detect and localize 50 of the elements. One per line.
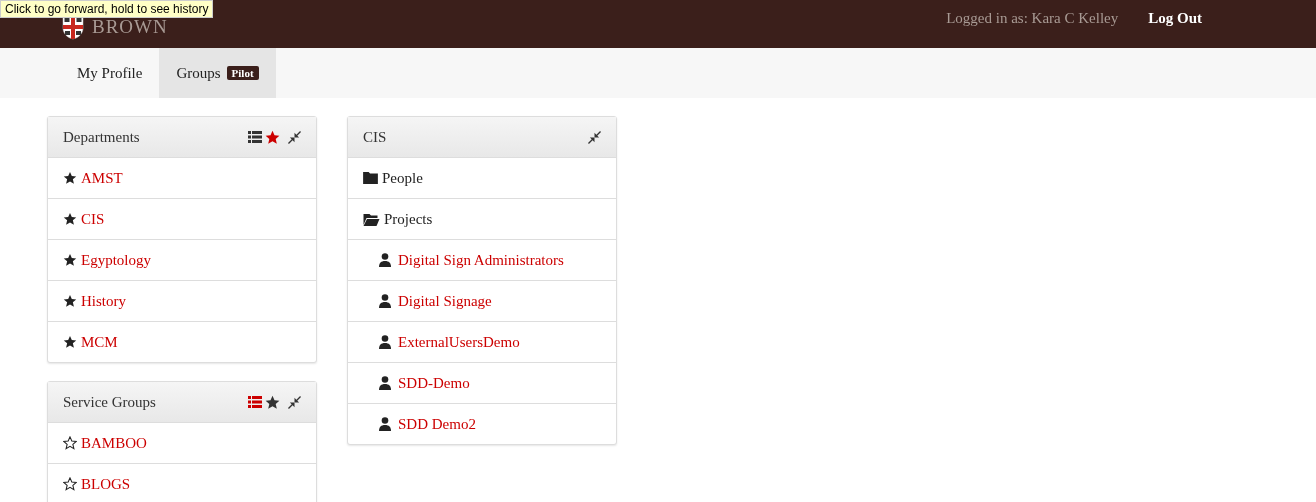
- person-icon: [379, 335, 391, 349]
- collapse-icon[interactable]: [288, 395, 301, 409]
- group-row[interactable]: MCM: [48, 322, 316, 362]
- group-row[interactable]: BAMBOO: [48, 423, 316, 464]
- group-link[interactable]: MCM: [81, 333, 118, 351]
- person-icon: [379, 376, 391, 390]
- group-link[interactable]: AMST: [81, 169, 123, 187]
- group-row[interactable]: History: [48, 281, 316, 322]
- logo-text: BROWN: [92, 16, 168, 38]
- group-link[interactable]: ExternalUsersDemo: [398, 333, 520, 351]
- tooltip: Click to go forward, hold to see history: [0, 0, 214, 18]
- tree-row[interactable]: SDD-Demo: [348, 363, 616, 404]
- star-icon[interactable]: [265, 394, 280, 410]
- group-link[interactable]: BAMBOO: [81, 434, 147, 452]
- group-link[interactable]: SDD Demo2: [398, 415, 476, 433]
- tree-row[interactable]: Digital Signage: [348, 281, 616, 322]
- group-link[interactable]: SDD-Demo: [398, 374, 470, 392]
- tree-row[interactable]: ExternalUsersDemo: [348, 322, 616, 363]
- group-link[interactable]: Egyptology: [81, 251, 151, 269]
- logout-link[interactable]: Log Out: [1148, 9, 1202, 27]
- folder-label: Projects: [384, 210, 433, 228]
- group-row[interactable]: AMST: [48, 158, 316, 199]
- group-row[interactable]: BLOGS: [48, 464, 316, 502]
- list-view-icon[interactable]: [248, 396, 262, 408]
- person-icon: [379, 253, 391, 267]
- tree-row[interactable]: SDD Demo2: [348, 404, 616, 444]
- group-link[interactable]: Digital Signage: [398, 292, 492, 310]
- collapse-icon[interactable]: [588, 130, 601, 144]
- group-link[interactable]: BLOGS: [81, 475, 131, 493]
- tree-row[interactable]: People: [348, 158, 616, 199]
- pilot-badge: Pilot: [226, 66, 259, 80]
- tree-row[interactable]: Digital Sign Administrators: [348, 240, 616, 281]
- star-icon[interactable]: [265, 129, 280, 145]
- person-icon: [379, 294, 391, 308]
- nav-tab[interactable]: My Profile: [60, 48, 160, 98]
- list-view-icon[interactable]: [248, 131, 262, 143]
- user-label: Logged in as: Kara C Kelley: [946, 9, 1119, 27]
- group-row[interactable]: CIS: [48, 199, 316, 240]
- group-row[interactable]: Egyptology: [48, 240, 316, 281]
- group-link[interactable]: Digital Sign Administrators: [398, 251, 564, 269]
- group-link[interactable]: History: [81, 292, 126, 310]
- panel-title: Service Groups: [63, 393, 156, 411]
- nav-tab[interactable]: Groups Pilot: [159, 48, 276, 98]
- tree-row[interactable]: Projects: [348, 199, 616, 240]
- folder-label: People: [382, 169, 423, 187]
- collapse-icon[interactable]: [288, 130, 301, 144]
- panel-title: Departments: [63, 128, 140, 146]
- panel-title: CIS: [363, 128, 387, 146]
- group-link[interactable]: CIS: [81, 210, 105, 228]
- person-icon: [379, 417, 391, 431]
